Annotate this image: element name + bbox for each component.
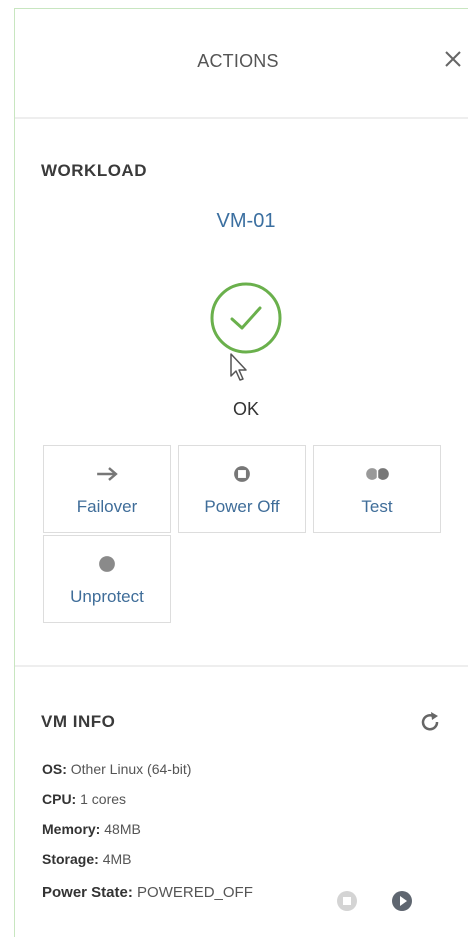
- cpu-value: 1 cores: [80, 791, 127, 807]
- check-circle-icon: [210, 282, 282, 354]
- mouse-cursor-icon: [230, 353, 247, 381]
- os-row: OS: Other Linux (64-bit): [42, 761, 191, 777]
- storage-value: 4MB: [102, 851, 132, 867]
- actions-panel: ACTIONS WORKLOAD VM-01 OK Failover Power…: [14, 8, 468, 937]
- section-divider: [15, 665, 468, 667]
- power-off-icon: [234, 466, 250, 482]
- power-state-value: POWERED_OFF: [137, 884, 253, 901]
- test-button[interactable]: Test: [313, 445, 441, 533]
- vm-info-section-title: VM INFO: [41, 712, 116, 731]
- workload-section-title: WORKLOAD: [41, 161, 147, 180]
- panel-title: ACTIONS: [197, 51, 279, 71]
- storage-label: Storage:: [42, 851, 99, 867]
- memory-value: 48MB: [104, 821, 141, 837]
- close-icon[interactable]: [440, 46, 466, 72]
- panel-header: ACTIONS: [15, 9, 468, 119]
- power-off-button[interactable]: Power Off: [178, 445, 306, 533]
- power-state-label: Power State:: [42, 884, 133, 901]
- unprotect-button[interactable]: Unprotect: [43, 535, 171, 623]
- os-label: OS:: [42, 761, 67, 777]
- vm-name-link[interactable]: VM-01: [15, 210, 468, 233]
- stop-icon[interactable]: [335, 889, 359, 913]
- unprotect-label: Unprotect: [70, 587, 144, 606]
- arrow-right-icon: [97, 467, 118, 481]
- play-icon[interactable]: [390, 889, 414, 913]
- memory-label: Memory:: [42, 821, 101, 837]
- power-off-label: Power Off: [204, 497, 280, 516]
- test-label: Test: [361, 497, 393, 516]
- cpu-label: CPU:: [42, 791, 77, 807]
- cpu-row: CPU: 1 cores: [42, 791, 126, 807]
- unprotect-icon: [99, 556, 115, 572]
- storage-row: Storage: 4MB: [42, 851, 131, 867]
- failover-button[interactable]: Failover: [43, 445, 171, 533]
- refresh-icon[interactable]: [417, 709, 443, 735]
- status-text: OK: [232, 399, 259, 419]
- memory-row: Memory: 48MB: [42, 821, 141, 837]
- os-value: Other Linux (64-bit): [70, 761, 192, 777]
- power-state-row: Power State: POWERED_OFF: [42, 884, 253, 901]
- failover-label: Failover: [76, 497, 138, 516]
- test-icon: [366, 468, 389, 480]
